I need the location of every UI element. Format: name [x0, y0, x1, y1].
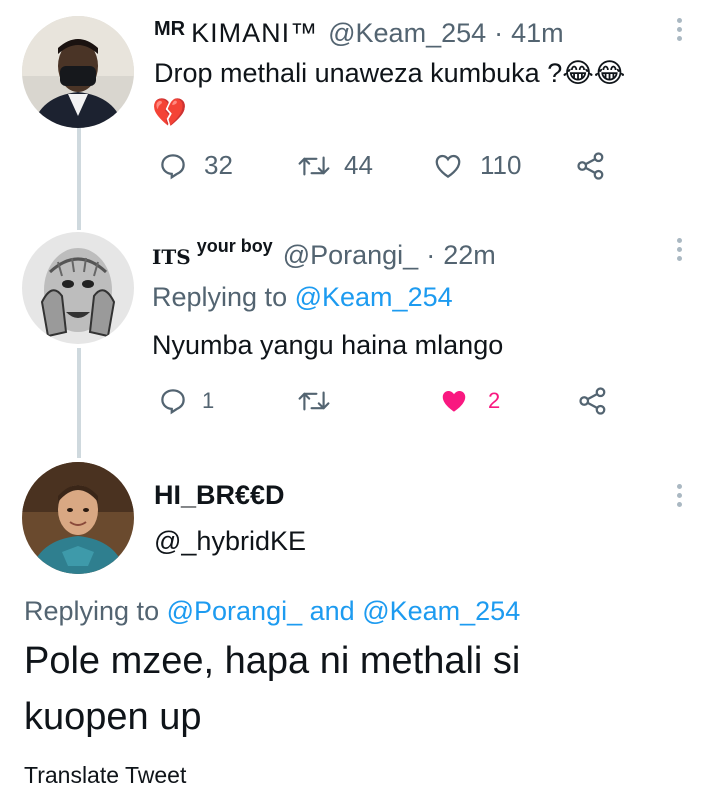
avatar-hybrid[interactable]	[22, 462, 134, 574]
like-button[interactable]: 2	[438, 386, 578, 416]
retweet-button[interactable]: 44	[296, 150, 432, 181]
handle[interactable]: @Porangi_	[283, 240, 419, 271]
separator: ·	[426, 240, 436, 270]
like-icon	[442, 391, 466, 412]
replying-prefix: Replying to	[152, 282, 288, 312]
share-button[interactable]	[576, 151, 606, 181]
like-count: 110	[480, 150, 522, 180]
translate-tweet-link[interactable]: Translate Tweet	[24, 762, 186, 789]
timestamp[interactable]: 22m	[443, 240, 496, 271]
separator: ·	[494, 18, 504, 48]
tweet-text-line-2: kuopen up	[24, 696, 202, 738]
handle[interactable]: @_hybridKE	[154, 526, 306, 557]
like-button[interactable]: 110	[432, 150, 576, 181]
reply-count: 32	[204, 150, 233, 180]
tweet-text-line-1: Pole mzee, hapa ni methali si	[24, 640, 521, 682]
display-name[interactable]: KIMANI™	[191, 18, 318, 49]
tweet-text: Drop methali unaweza kumbuka ?😂😂	[154, 58, 626, 88]
retweet-count: 44	[344, 150, 373, 180]
thread-line-2	[77, 348, 81, 458]
reply-count: 1	[202, 388, 215, 413]
reply-button[interactable]: 32	[158, 150, 296, 181]
display-name-prefix[interactable]: MR	[154, 18, 185, 41]
timestamp[interactable]: 41m	[511, 18, 564, 49]
replying-to-link-2[interactable]: @Keam_254	[362, 596, 520, 626]
tweet-1-header: MR KIMANI™ @Keam_254 · 41m	[154, 18, 564, 49]
more-icon[interactable]	[677, 238, 683, 265]
thread-line-1	[77, 122, 81, 230]
retweet-button[interactable]	[296, 386, 438, 416]
handle[interactable]: @Keam_254	[328, 18, 486, 49]
more-icon[interactable]	[677, 484, 683, 511]
retweet-icon	[298, 156, 330, 175]
avatar-keam[interactable]	[22, 16, 134, 128]
tweet-1-actions: 32 44 110	[158, 150, 606, 181]
reply-icon	[161, 153, 185, 179]
share-button[interactable]	[578, 386, 608, 416]
like-count: 2	[488, 388, 501, 413]
replying-prefix: Replying to	[24, 596, 160, 626]
replying-and: and	[309, 596, 355, 626]
tweet-2-header: ITS your boy @Porangi_ · 22m	[152, 236, 496, 271]
reply-icon	[161, 389, 185, 415]
tweet-text: Nyumba yangu haina mlango	[152, 330, 504, 360]
tweet-2-actions: 1 2	[158, 386, 608, 416]
share-icon	[577, 151, 604, 180]
display-name[interactable]: HI_BR€€D	[154, 480, 285, 511]
replying-line: Replying to @Porangi_ and @Keam_254	[24, 596, 520, 627]
more-icon[interactable]	[677, 18, 683, 45]
replying-to-link[interactable]: @Porangi_	[167, 596, 303, 626]
share-icon	[579, 387, 606, 415]
replying-to-link[interactable]: @Keam_254	[295, 282, 453, 312]
replying-line: Replying to @Keam_254	[152, 282, 453, 313]
display-name[interactable]: your boy	[197, 236, 273, 257]
avatar-porangi[interactable]	[22, 232, 134, 344]
retweet-icon	[298, 391, 330, 411]
emoji-line: 💔	[152, 97, 187, 128]
reply-button[interactable]: 1	[158, 386, 296, 416]
like-icon	[435, 154, 461, 178]
display-name-prefix[interactable]: ITS	[152, 245, 191, 269]
